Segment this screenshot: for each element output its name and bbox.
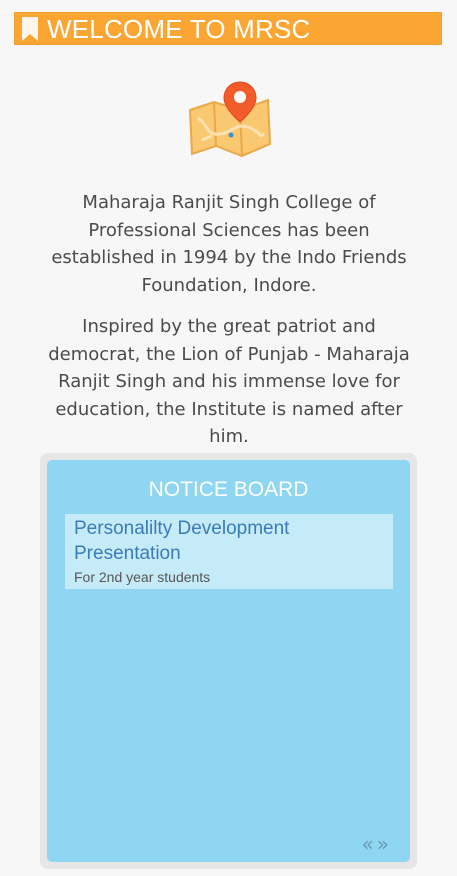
notice-pager: «» [362, 832, 393, 856]
notice-item-title[interactable]: Personalilty Development Presentation [74, 516, 384, 566]
notice-board-frame: NOTICE BOARD Personalilty Development Pr… [40, 453, 417, 869]
prev-button[interactable]: « [362, 832, 377, 856]
notice-item-subtitle: For 2nd year students [74, 569, 211, 585]
notice-board-title: NOTICE BOARD [148, 478, 309, 501]
page-title: WELCOME TO MRSC [47, 14, 311, 44]
notice-board: NOTICE BOARD Personalilty Development Pr… [47, 460, 410, 862]
bookmark-icon [22, 17, 38, 41]
next-button[interactable]: » [377, 832, 392, 856]
page-header: WELCOME TO MRSC [14, 12, 442, 45]
map-pin-icon [188, 81, 272, 158]
intro-paragraph-2: Inspired by the great patriot and democr… [48, 316, 410, 447]
intro-paragraph-1: Maharaja Ranjit Singh College of Profess… [51, 192, 407, 296]
notice-item[interactable]: Personalilty Development Presentation Fo… [65, 514, 393, 589]
